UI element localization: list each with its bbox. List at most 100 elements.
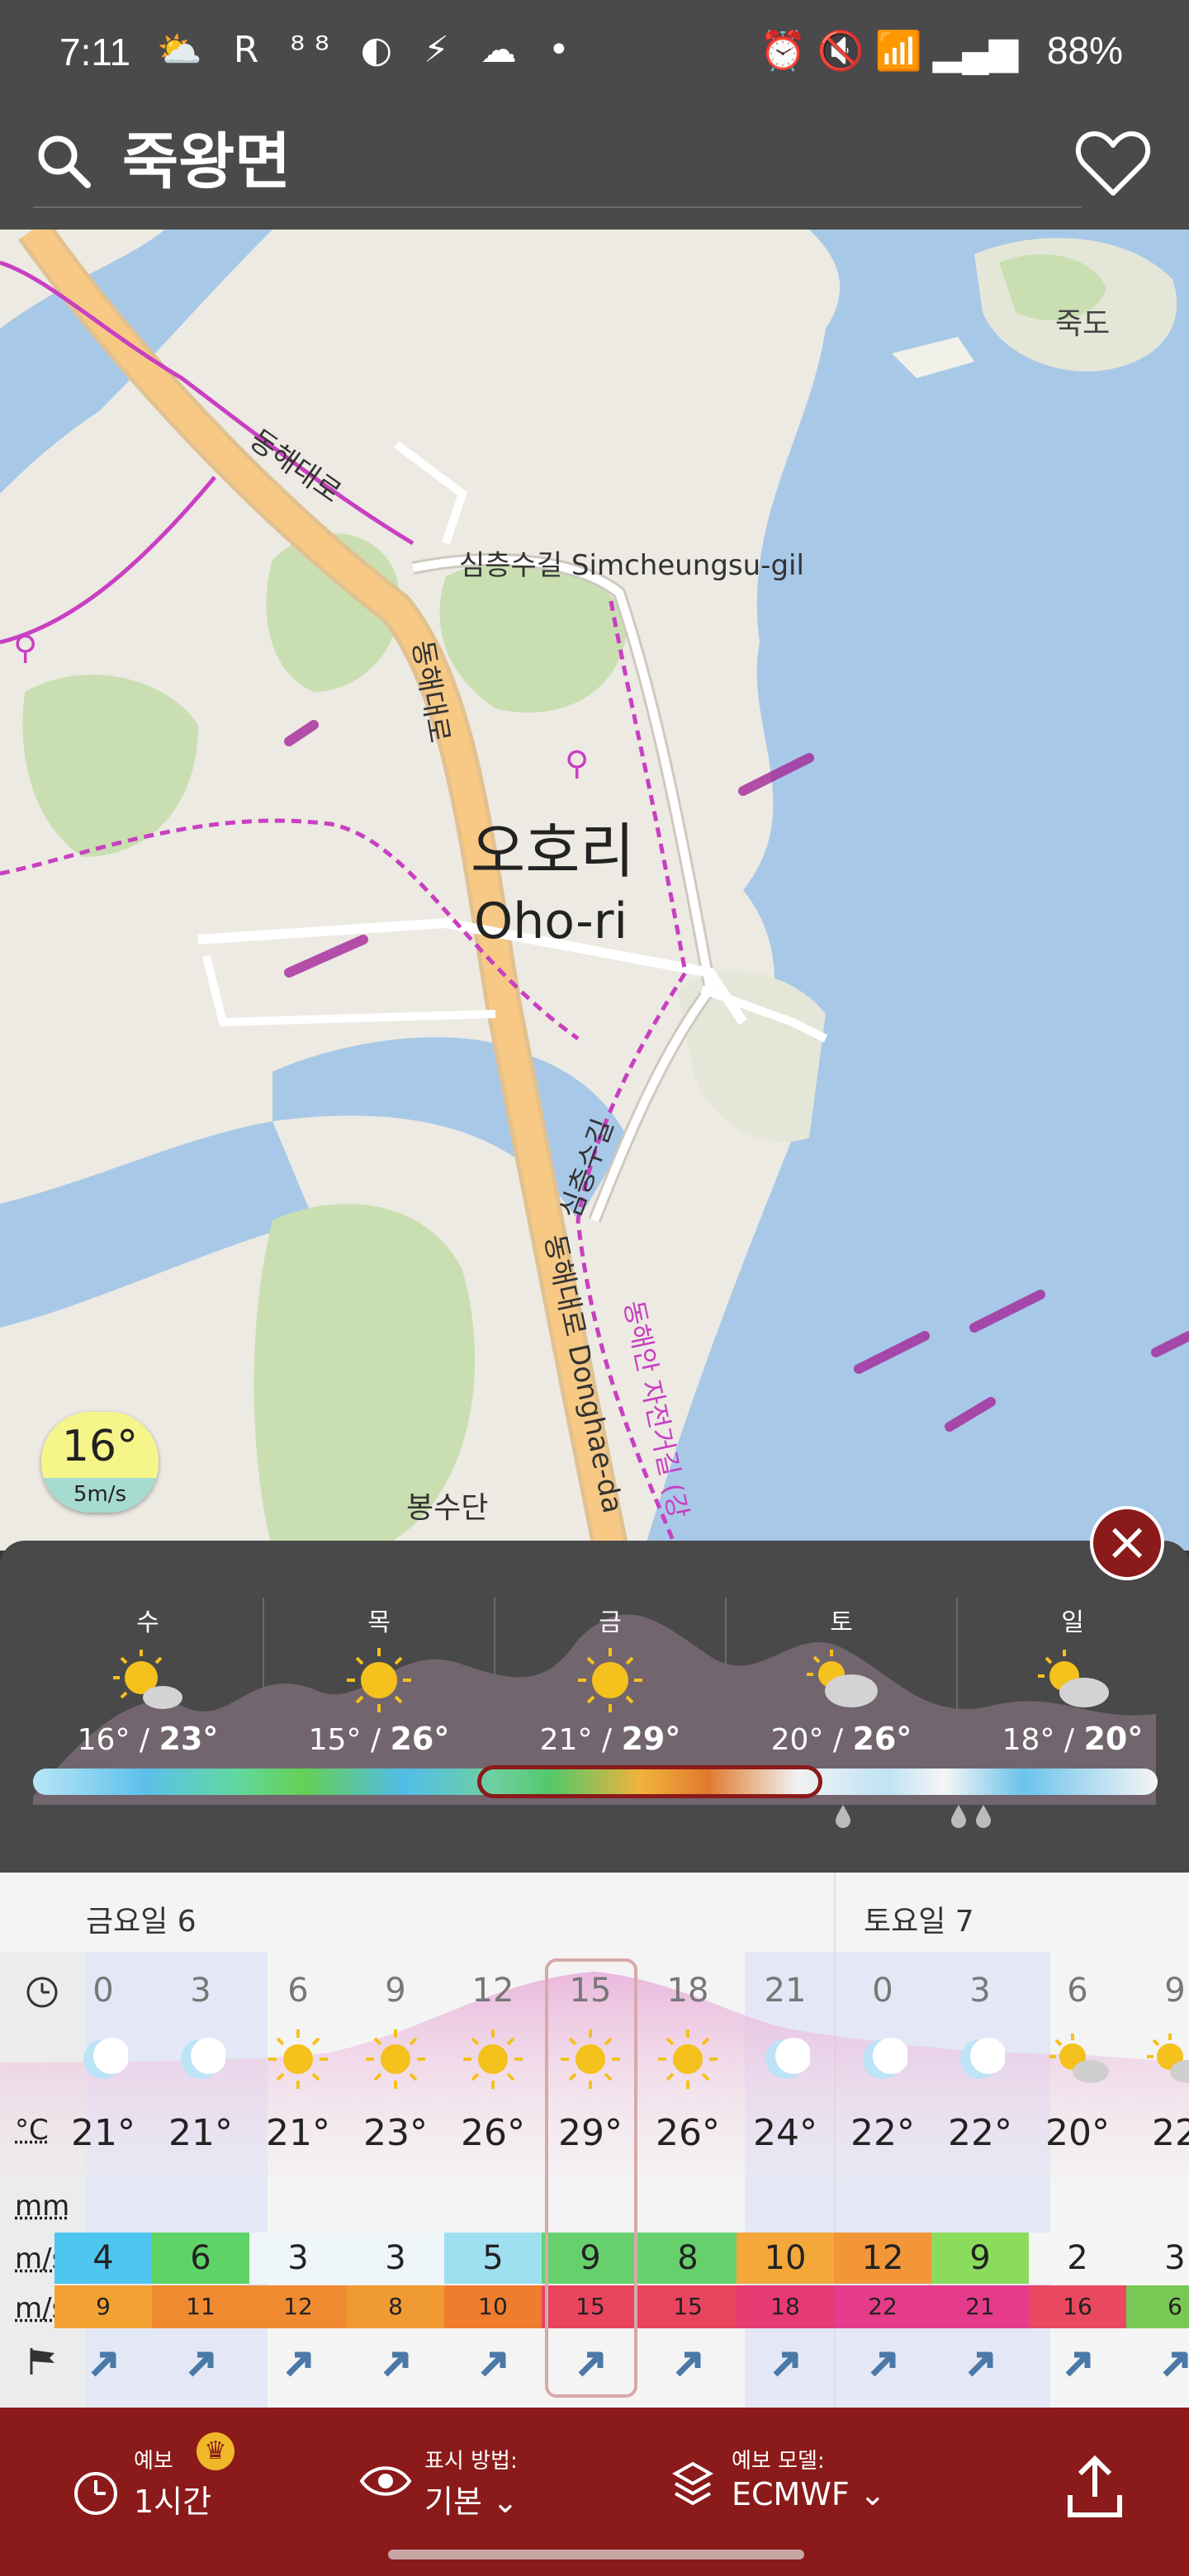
raindrop-icon	[834, 1803, 852, 1828]
search-underline	[33, 206, 1082, 208]
current-temp-bubble[interactable]: 16° 5m/s	[41, 1412, 159, 1513]
day-temps: 21° / 29°	[495, 1721, 725, 1757]
model-value: ECMWF	[732, 2476, 850, 2512]
hour-label: 18	[639, 1972, 737, 2010]
sun-icon	[639, 2029, 737, 2089]
wind-speed: 6	[152, 2233, 249, 2284]
temp-value: 22°	[931, 2112, 1029, 2154]
day-high: 23°	[159, 1721, 218, 1757]
chevron-down-icon: ⌄	[492, 2484, 519, 2520]
search-input[interactable]: 죽왕면	[122, 112, 291, 201]
display-value: 기본	[424, 2484, 482, 2520]
wind-speed: 8	[639, 2233, 737, 2284]
hour-label: 0	[54, 1972, 152, 2010]
home-indicator[interactable]	[388, 2550, 804, 2559]
selected-day-indicator	[477, 1765, 822, 1798]
crown-icon: ♛	[197, 2432, 234, 2470]
forecast-model-button[interactable]: 예보 모델: ECMWF ⌄	[672, 2444, 886, 2512]
day-card-selected[interactable]: 금 21° / 29°	[495, 1585, 725, 1767]
wind-direction-arrow-icon	[444, 2340, 542, 2386]
day-card[interactable]: 수 16° / 23°	[33, 1585, 263, 1767]
temp-value: 21°	[54, 2112, 152, 2154]
eye-icon	[358, 2460, 413, 2502]
map-view[interactable]: 죽도 동해대로 동해대로 심층수길 Simcheungsu-gil 심층수길 동…	[0, 230, 1189, 1551]
temp-value: 26°	[639, 2112, 737, 2154]
moon-icon	[931, 2029, 1029, 2089]
status-right: ⏰ 🔇 📶 ▂▄▆ 88%	[741, 28, 1123, 73]
day-high: 26°	[390, 1721, 449, 1757]
day-name: 금	[495, 1602, 725, 1638]
favorite-heart-icon[interactable]	[1075, 127, 1151, 198]
wind-speed: 3	[1126, 2233, 1189, 2284]
wind-gust: 12	[249, 2285, 347, 2328]
map-canvas: 죽도 동해대로 동해대로 심층수길 Simcheungsu-gil 심층수길 동…	[0, 230, 1189, 1551]
day-high: 26°	[852, 1721, 912, 1757]
wind-gust: 11	[152, 2285, 249, 2328]
wind-direction-arrow-icon	[1126, 2340, 1189, 2386]
close-panel-button[interactable]: ×	[1090, 1506, 1164, 1580]
status-bar: 7:11 ⛅ R ⁸⁸ ◐ ⚡ ☁ • ⏰ 🔇 📶 ▂▄▆ 88%	[0, 0, 1189, 107]
hour-label: 6	[1029, 1972, 1126, 2010]
day-high: 29°	[621, 1721, 680, 1757]
wind-gust: 10	[444, 2285, 542, 2328]
moon-icon	[152, 2029, 249, 2089]
hour-label: 9	[347, 1972, 444, 2010]
wind-gust: 8	[347, 2285, 444, 2328]
hour-label: 6	[249, 1972, 347, 2010]
row-label-precip: mm	[15, 2190, 69, 2223]
raindrop-icon	[950, 1803, 968, 1828]
search-icon[interactable]	[35, 132, 92, 190]
day-low: 21°	[540, 1723, 593, 1757]
day-temps: 16° / 23°	[33, 1721, 263, 1757]
wind-gust: 18	[737, 2285, 834, 2328]
display-mode-button[interactable]: 표시 방법: 기본 ⌄	[358, 2444, 519, 2522]
date-label: 금요일 6	[86, 1897, 197, 1940]
wind-speed: 5	[444, 2233, 542, 2284]
clock-icon	[71, 2469, 121, 2518]
day-card[interactable]: 토 20° / 26°	[727, 1585, 956, 1767]
day-high: 20°	[1083, 1721, 1143, 1757]
wind-gust: 21	[931, 2285, 1029, 2328]
temp-value: 20°	[1029, 2112, 1126, 2154]
wind-speed: 3	[347, 2233, 444, 2284]
moon-icon	[834, 2029, 931, 2089]
hour-label: 21	[737, 1972, 834, 2010]
moon-icon	[737, 2029, 834, 2089]
day-low: 20°	[771, 1723, 824, 1757]
wind-gust: 9	[54, 2285, 152, 2328]
wind-direction-arrow-icon	[931, 2340, 1029, 2386]
forecast-interval-button[interactable]: ♛ 예보 1시간	[71, 2444, 211, 2522]
wind-direction-arrow-icon	[834, 2340, 931, 2386]
day-card[interactable]: 일 18° / 20°	[958, 1585, 1187, 1767]
temp-value: 21°	[152, 2112, 249, 2154]
wind-direction-arrow-icon	[1029, 2340, 1126, 2386]
hour-label: 0	[834, 1972, 931, 2010]
wind-direction-arrow-icon	[737, 2340, 834, 2386]
day-low: 16°	[78, 1723, 130, 1757]
temp-value: 26°	[444, 2112, 542, 2154]
sun-icon	[338, 1643, 420, 1717]
bike-icon: ⚲	[13, 629, 37, 667]
day-low: 18°	[1002, 1723, 1055, 1757]
sun-cloud-icon	[1126, 2029, 1189, 2089]
day-name: 수	[33, 1602, 263, 1638]
map-label-town-ko: 오호리	[471, 817, 635, 886]
day-card[interactable]: 목 15° / 26°	[264, 1585, 494, 1767]
wind-direction-arrow-icon	[639, 2340, 737, 2386]
date-label: 토요일 7	[864, 1897, 974, 1940]
row-label-temp: °C	[15, 2114, 49, 2147]
layers-icon	[672, 2460, 713, 2507]
cloud-sun-icon	[800, 1643, 883, 1717]
model-label: 예보 모델:	[732, 2444, 886, 2474]
share-icon[interactable]	[1065, 2454, 1125, 2520]
battery-level: 88%	[1047, 29, 1123, 72]
hour-label: 9	[1126, 1972, 1189, 2010]
sun-cloud-icon	[1031, 1643, 1114, 1717]
day-temps: 20° / 26°	[727, 1721, 956, 1757]
selected-hour-indicator	[545, 1958, 637, 2398]
temp-value: 24°	[737, 2112, 834, 2154]
day-temps: 18° / 20°	[958, 1721, 1187, 1757]
wind-speed: 4	[54, 2233, 152, 2284]
temp-value: 21°	[249, 2112, 347, 2154]
map-label-road3: 심층수길 Simcheungsu-gil	[459, 549, 804, 582]
